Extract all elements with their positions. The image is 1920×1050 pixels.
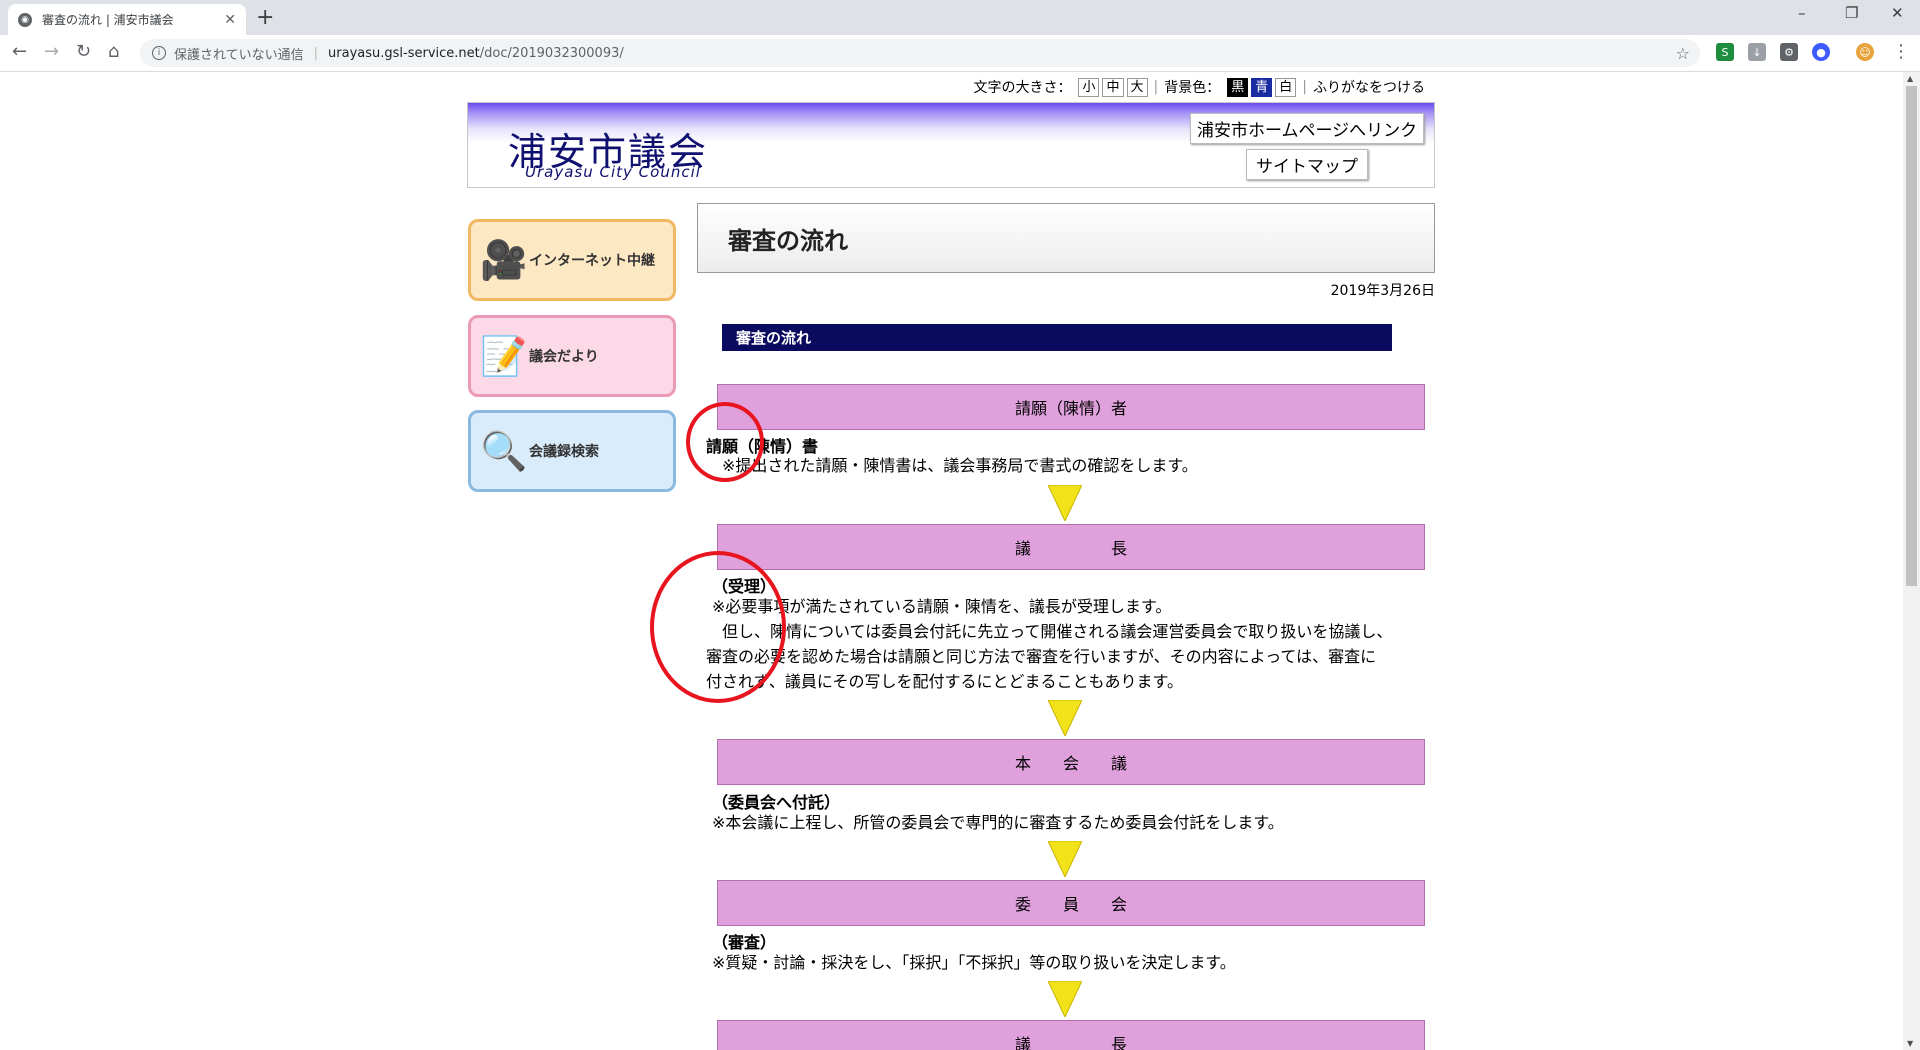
- new-tab-button[interactable]: +: [256, 5, 274, 30]
- step-committee: 委 員 会: [717, 880, 1425, 926]
- bg-color-label: 背景色：: [1164, 80, 1221, 96]
- extension-circle-icon[interactable]: ●: [1812, 43, 1830, 61]
- page-title: 審査の流れ: [697, 203, 1435, 273]
- bg-white-button[interactable]: 白: [1275, 77, 1297, 97]
- home-button[interactable]: ⌂: [108, 41, 119, 62]
- page-scrollbar[interactable]: ▲ ▼: [1903, 72, 1920, 1050]
- step-chairperson: 議 長: [717, 524, 1425, 570]
- furigana-link[interactable]: ふりがなをつける: [1313, 77, 1425, 97]
- extension-gear-icon[interactable]: ⚙: [1780, 43, 1798, 61]
- tab-title: 審査の流れ | 浦安市議会: [42, 13, 174, 27]
- step-chairperson-final: 議 長: [717, 1020, 1425, 1050]
- info-icon[interactable]: i: [152, 46, 166, 60]
- scroll-down-icon[interactable]: ▼: [1907, 1039, 1913, 1048]
- forward-button[interactable]: →: [44, 41, 59, 62]
- publish-date: 2019年3月26日: [1330, 283, 1435, 299]
- reload-button[interactable]: ↻: [76, 41, 91, 62]
- scrollbar-thumb[interactable]: [1906, 86, 1917, 586]
- down-arrow-icon: [1048, 841, 1082, 877]
- video-camera-icon: 🎥: [480, 237, 528, 282]
- internet-broadcast-button[interactable]: 🎥 インターネット中継: [468, 219, 676, 301]
- font-size-small-button[interactable]: 小: [1078, 77, 1100, 97]
- notepad-icon: 📝: [480, 333, 528, 378]
- desc-text: ※本会議に上程し、所管の委員会で専門的に審査するため委員会付託をします。: [712, 813, 1284, 832]
- font-size-label: 文字の大きさ：: [973, 80, 1072, 96]
- browser-menu-icon[interactable]: ⋮: [1892, 41, 1910, 62]
- extension-download-icon[interactable]: ↓: [1748, 43, 1766, 61]
- down-arrow-icon: [1048, 981, 1082, 1017]
- sidebar-label: 議会だより: [529, 349, 599, 365]
- sitemap-button[interactable]: サイトマップ: [1246, 149, 1368, 180]
- globe-icon: ◉: [18, 12, 32, 27]
- divider: |: [1302, 79, 1307, 95]
- url-path: /doc/2019032300093/: [479, 45, 624, 61]
- extension-s-icon[interactable]: S: [1716, 43, 1734, 61]
- minimize-button[interactable]: –: [1798, 4, 1806, 22]
- minutes-search-button[interactable]: 🔍 会議録検索: [468, 410, 676, 492]
- sidebar-label: インターネット中継: [529, 253, 655, 269]
- back-button[interactable]: ←: [12, 41, 27, 62]
- bookmark-star-icon[interactable]: ☆: [1676, 44, 1690, 63]
- site-logo-english: Urayasu City Council: [525, 163, 701, 181]
- divider: |: [1153, 79, 1159, 95]
- annotation-circle: [686, 402, 764, 482]
- sidebar-label: 会議録検索: [529, 444, 599, 460]
- site-header: 浦安市議会 Urayasu City Council 浦安市ホームページへリンク…: [467, 102, 1435, 188]
- font-size-large-button[interactable]: 大: [1126, 77, 1148, 97]
- tab-close-icon[interactable]: ✕: [224, 12, 236, 28]
- scroll-up-icon[interactable]: ▲: [1907, 74, 1913, 83]
- down-arrow-icon: [1048, 700, 1082, 736]
- step-petitioner: 請願（陳情）者: [717, 384, 1425, 430]
- desc-text: 但し、陳情については委員会付託に先立って開催される議会運営委員会で取り扱いを協議…: [706, 622, 1393, 641]
- bg-black-button[interactable]: 黒: [1227, 77, 1249, 97]
- homepage-link-button[interactable]: 浦安市ホームページへリンク: [1190, 113, 1425, 144]
- browser-tab-strip: ◉ 審査の流れ | 浦安市議会 ✕ + – ❐ ✕: [0, 0, 1920, 35]
- address-bar[interactable]: i 保護されていない通信 | urayasu.gsl-service.net /…: [140, 39, 1700, 67]
- desc-text: ※提出された請願・陳情書は、議会事務局で書式の確認をします。: [722, 456, 1198, 475]
- url-separator: |: [313, 45, 319, 61]
- page-viewport: 文字の大きさ： 小 中 大 | 背景色： 黒 青 白 | ふりがなをつける 浦安…: [0, 72, 1920, 1050]
- accessibility-toolbar: 文字の大きさ： 小 中 大 | 背景色： 黒 青 白 | ふりがなをつける: [467, 72, 1435, 102]
- browser-tab[interactable]: ◉ 審査の流れ | 浦安市議会 ✕: [8, 4, 246, 35]
- magnifier-icon: 🔍: [480, 428, 528, 473]
- url-host: urayasu.gsl-service.net: [328, 45, 480, 61]
- desc-text: 付されず、議員にその写しを配付するにとどまることもあります。: [706, 672, 1183, 691]
- browser-toolbar: ← → ↻ ⌂ i 保護されていない通信 | urayasu.gsl-servi…: [0, 35, 1920, 72]
- font-size-medium-button[interactable]: 中: [1102, 77, 1124, 97]
- annotation-circle: [650, 551, 786, 703]
- step-plenary-session: 本 会 議: [717, 739, 1425, 785]
- down-arrow-icon: [1048, 485, 1082, 521]
- close-window-button[interactable]: ✕: [1891, 4, 1904, 22]
- restore-button[interactable]: ❐: [1845, 4, 1858, 22]
- desc-text: ※質疑・討論・採決をし、「採択」「不採択」等の取り扱いを決定します。: [712, 953, 1236, 972]
- profile-avatar[interactable]: ☺: [1856, 43, 1874, 61]
- bg-blue-button[interactable]: 青: [1251, 77, 1273, 97]
- section-heading: 審査の流れ: [722, 324, 1392, 351]
- desc-text: 審査の必要を認めた場合は請願と同じ方法で審査を行いますが、その内容によっては、審…: [706, 647, 1377, 666]
- security-status: 保護されていない通信: [174, 47, 304, 63]
- council-newsletter-button[interactable]: 📝 議会だより: [468, 315, 676, 397]
